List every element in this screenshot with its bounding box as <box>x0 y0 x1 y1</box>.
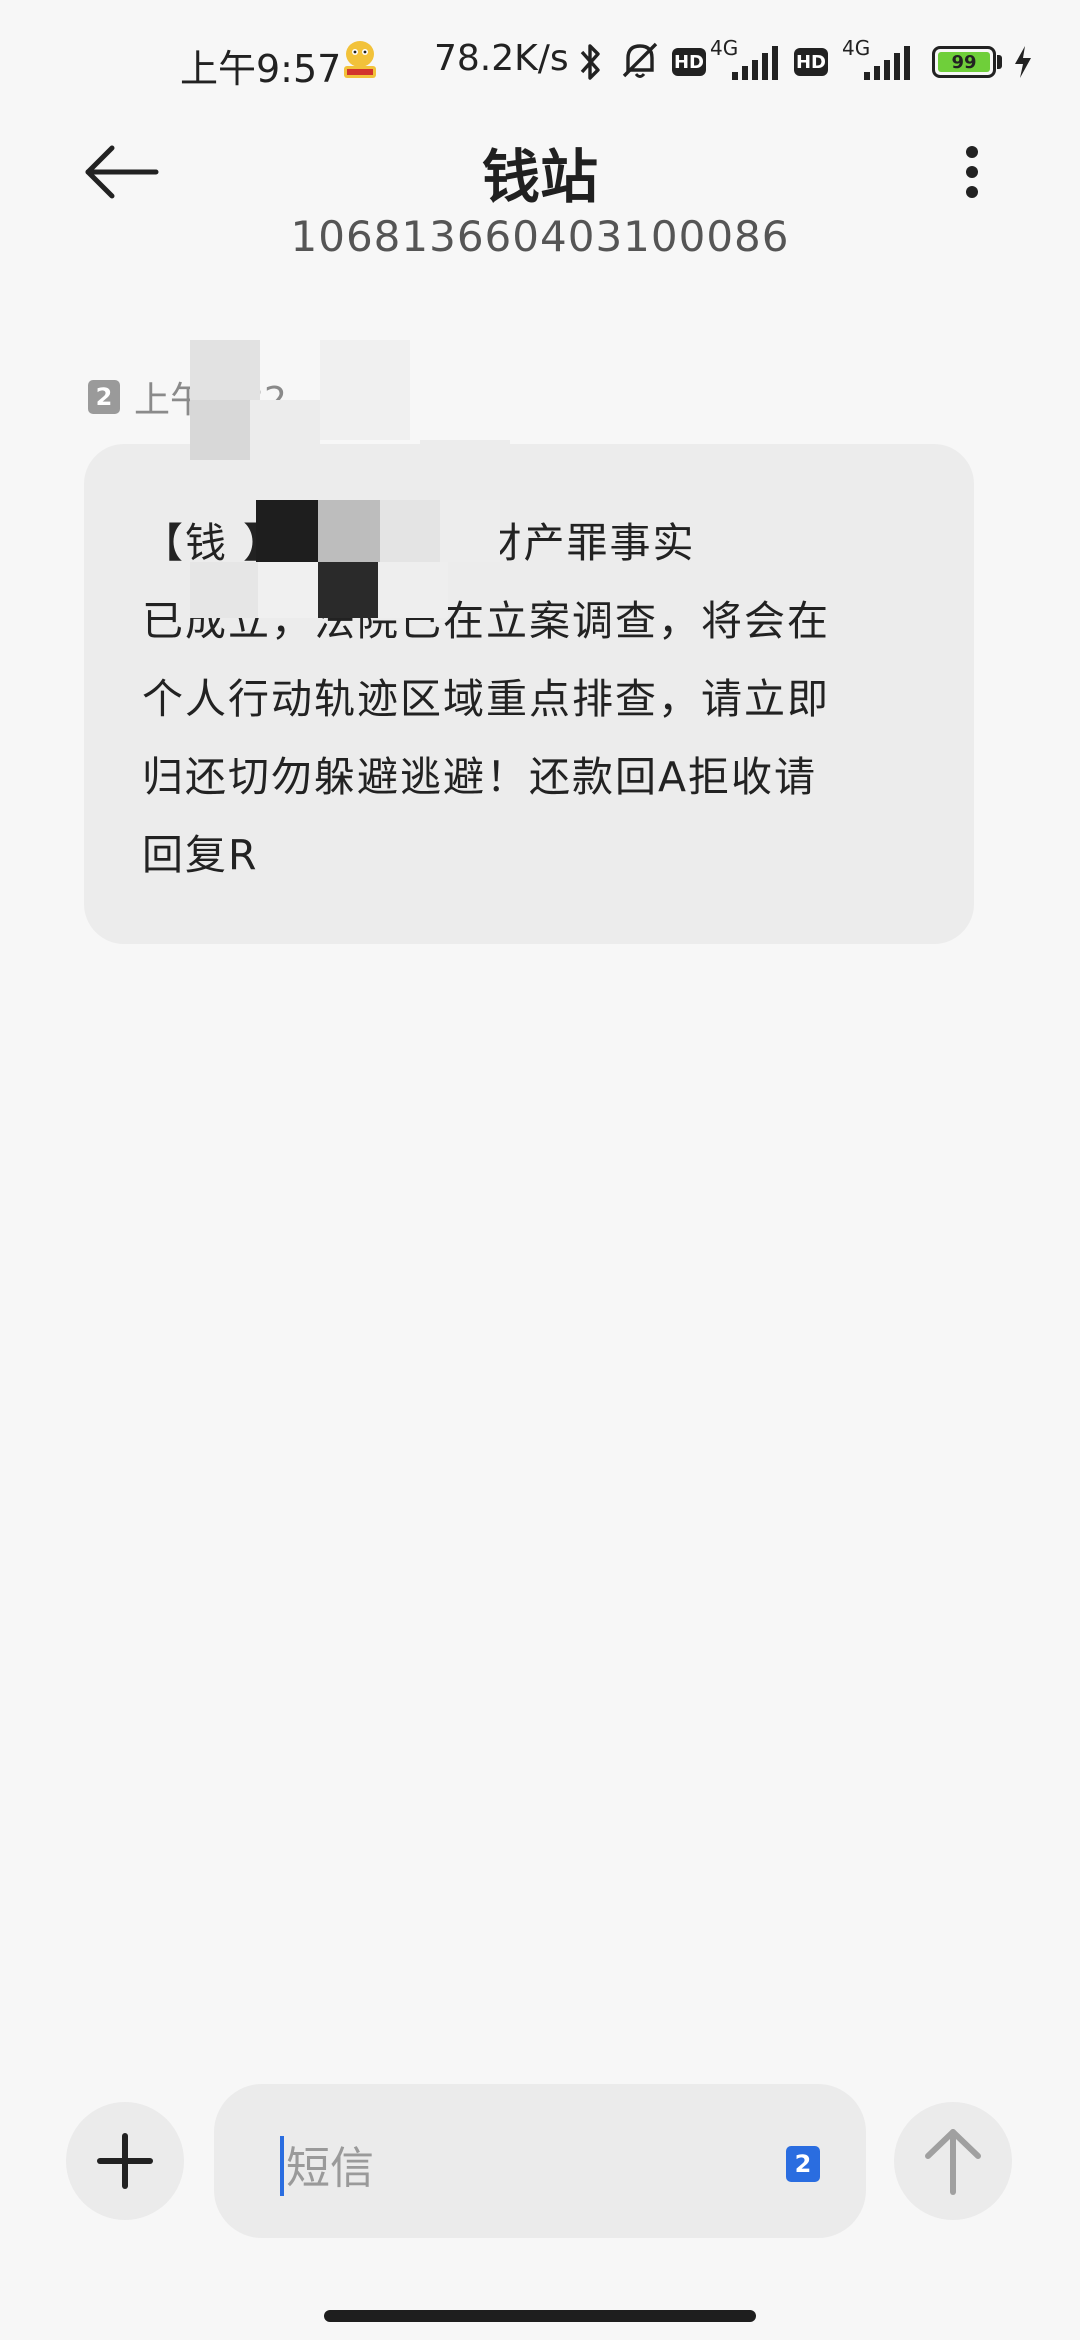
redaction-block <box>190 562 258 618</box>
redaction-block <box>258 562 318 618</box>
battery-icon: 99 <box>932 46 996 78</box>
bluetooth-icon <box>580 44 600 80</box>
redaction-block <box>380 500 440 562</box>
redaction-block <box>190 400 250 460</box>
redaction-block <box>318 562 378 618</box>
redaction-block <box>190 340 260 400</box>
redaction-block <box>320 340 410 440</box>
home-indicator[interactable] <box>324 2310 756 2322</box>
hd-icon: HD <box>794 48 828 76</box>
status-bar: 上午9:57 78.2K/s HD 4G HD 4G 99 <box>0 0 1080 120</box>
redaction-block <box>378 562 448 618</box>
signal-icon <box>864 46 910 80</box>
net-speed: 78.2K/s <box>434 38 569 79</box>
redaction-block <box>256 500 318 562</box>
mascot-icon <box>344 41 376 78</box>
battery-tip <box>997 55 1002 69</box>
sms-input[interactable]: 短信 2 <box>214 2084 866 2238</box>
message-line: 回复R <box>142 831 259 879</box>
charging-icon <box>1015 46 1031 78</box>
sim-select-badge[interactable]: 2 <box>786 2146 820 2182</box>
contact-number: 106813660403100086 <box>290 212 790 261</box>
redaction-block <box>250 400 320 460</box>
arrow-up-icon[interactable] <box>894 2102 1012 2220</box>
sim-badge: 2 <box>88 380 120 414</box>
more-vertical-icon[interactable] <box>952 142 992 202</box>
message-line: 归还切勿躲避逃避！还款回A拒收请 <box>142 753 818 801</box>
plus-icon[interactable] <box>66 2102 184 2220</box>
signal-icon <box>732 46 778 80</box>
message-line: 个人行动轨迹区域重点排查，请立即 <box>142 675 830 723</box>
message-bubble[interactable]: 【钱 】，侵占旅行财产罪事实 已成立，法院已在立案调查，将会在 个人行动轨迹区域… <box>84 444 974 944</box>
redaction-block <box>318 500 380 562</box>
text-caret <box>280 2136 284 2196</box>
redaction-block <box>440 500 500 562</box>
hd-icon: HD <box>672 48 706 76</box>
battery-level: 99 <box>938 52 990 73</box>
redaction-block <box>420 440 510 500</box>
status-time: 上午9:57 <box>180 47 342 91</box>
mute-bell-icon <box>622 42 658 78</box>
contact-name: 钱站 <box>481 143 598 211</box>
input-placeholder: 短信 <box>286 2143 374 2194</box>
